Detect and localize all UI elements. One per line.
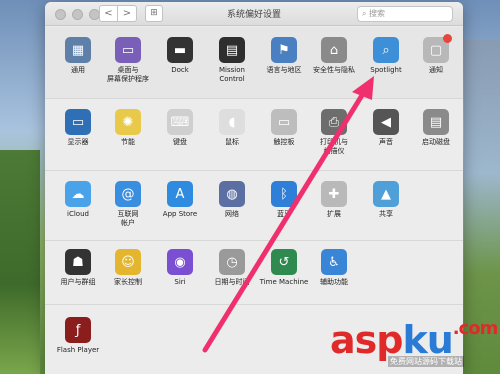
watermark-subtitle: 免费网站源码下载站	[388, 356, 464, 367]
arrow-shaft	[202, 89, 367, 353]
watermark-part3: .com	[452, 318, 499, 339]
